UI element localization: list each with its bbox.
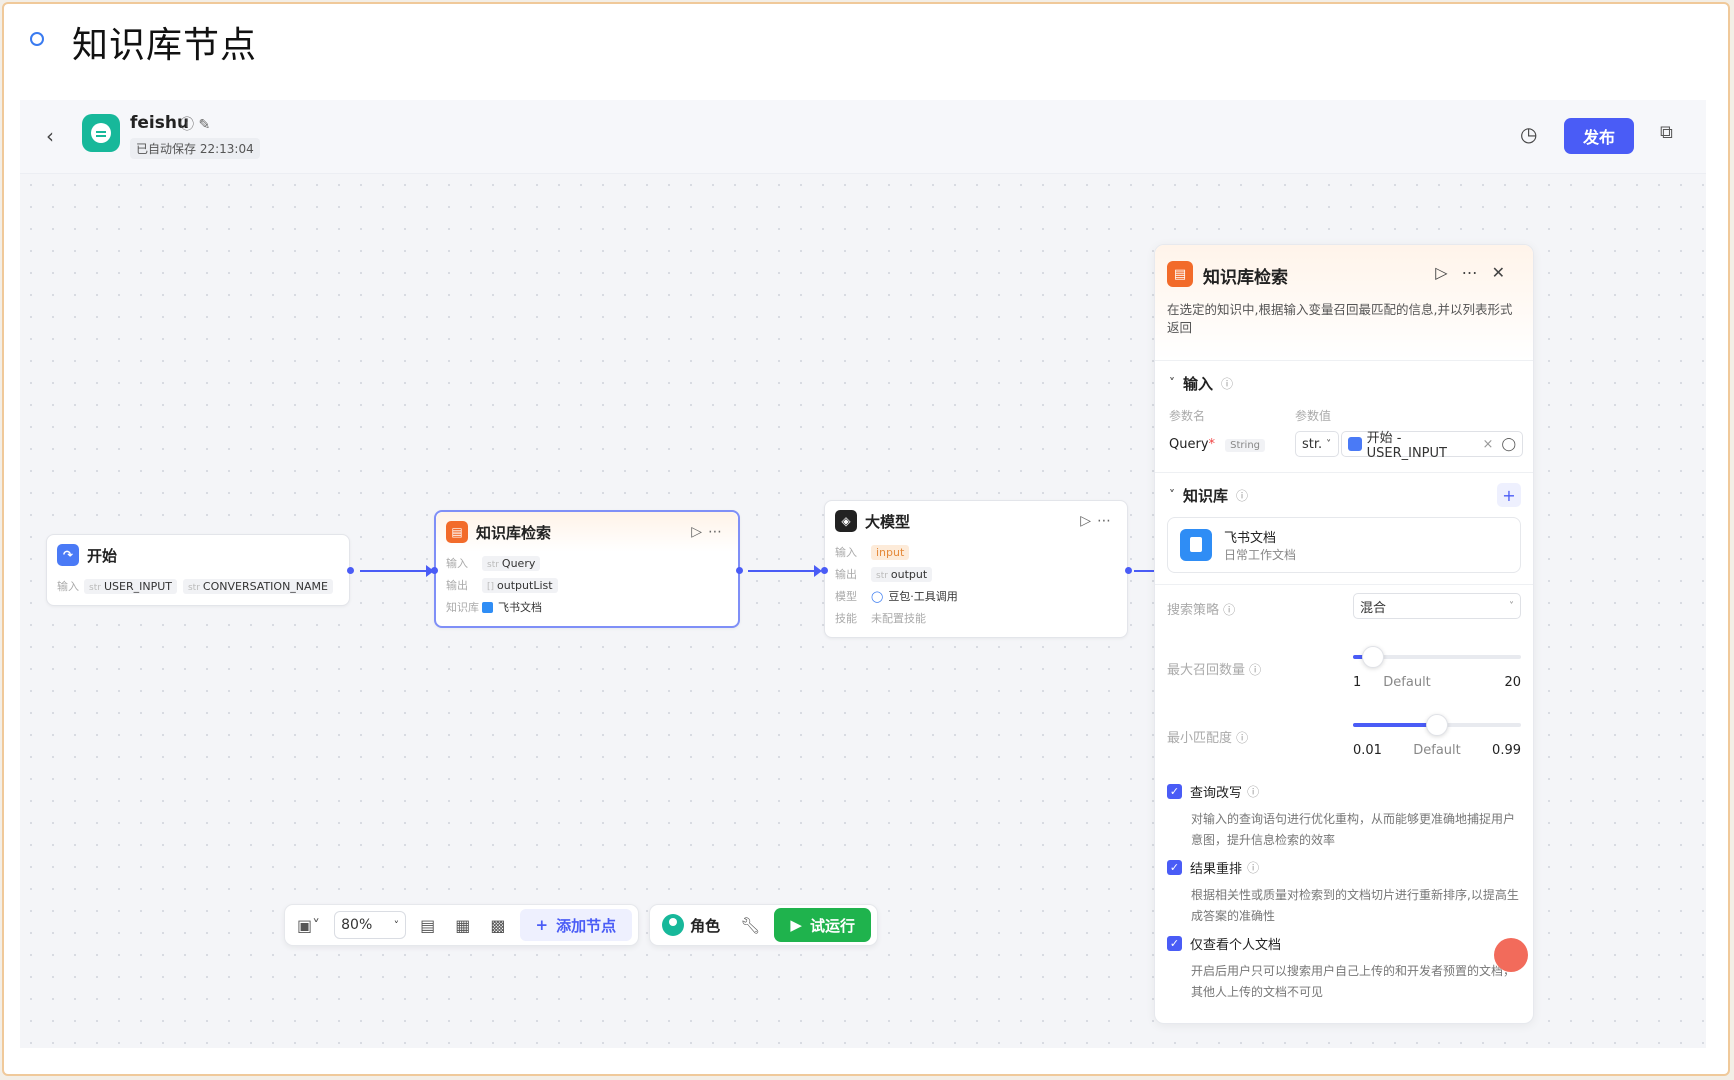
output-port[interactable] [347,567,354,574]
param-tag: str Query [482,555,541,571]
info-icon: ⓘ [1236,488,1249,503]
param-tag: str output [871,566,933,582]
workflow-canvas[interactable]: ↷ 开始 输入 str USER_INPUT str CONVERSATION_NA… [20,174,1706,1048]
param-tag: str CONVERSATION_NAME [182,578,333,594]
node-title: 大模型 [865,512,911,531]
doubao-icon: ◯ [871,589,884,603]
publish-button[interactable]: 发布 [1564,118,1634,154]
assistant-avatar-icon[interactable] [1494,938,1528,972]
canvas-toolbar: ▣˅ 80% ˅ ▤ ▦ ▩ + 添加节点 角色 🔧︎ ▶ 试运行 [284,904,878,946]
edit-icon[interactable]: ✎ [198,117,210,133]
input-section: ˅ 输入 ⓘ 参数名 参数值 Query* String str. ˅ 开始 - US… [1155,361,1533,473]
doc-icon [482,601,493,613]
minimap-icon[interactable]: ▩ [484,916,511,935]
wrench-icon[interactable]: 🔧︎ [734,916,766,935]
node-start[interactable]: ↷ 开始 输入 str USER_INPUT str CONVERSATION_NA… [46,534,350,606]
value-ref-field[interactable]: 开始 - USER_INPUT × ◯ [1341,431,1523,461]
info-icon: ⓘ [1223,603,1236,617]
input-port[interactable] [821,567,828,574]
zoom-select[interactable]: 80% ˅ [334,911,407,939]
knowledge-icon: ▤ [446,521,468,543]
option-query-rewrite: ✓ 查询改写 ⓘ 对输入的查询语句进行优化重构，从而能够更准确地捕捉用户意图，提升… [1167,781,1521,851]
output-port[interactable] [736,567,743,574]
workflow-app: ‹ feishu ⓘ ✎ 已自动保存 22:13:04 ◷ 发布 ⧉ ↷ 开始 … [20,100,1706,1048]
checkbox[interactable]: ✓ [1167,860,1182,875]
comment-icon[interactable]: ▤ [414,916,441,935]
min-match-slider[interactable] [1353,714,1521,736]
edge [360,565,434,577]
knowledge-card[interactable]: 飞书文档 日常工作文档 [1167,517,1521,573]
model-icon: ◈ [835,510,857,532]
layout-icon[interactable]: ▣˅ [291,916,326,935]
start-icon: ↷ [57,544,79,566]
info-icon: ⓘ [1247,861,1260,875]
row-label: 输入 [57,580,79,593]
info-icon: ⓘ [1221,376,1234,391]
autosave-status: 已自动保存 22:13:04 [130,138,260,159]
close-icon[interactable]: ✕ [1492,263,1519,282]
panel-description: 在选定的知识中,根据输入变量召回最匹配的信息,并以列表形式返回 [1167,302,1513,335]
knowledge-icon: ▤ [1167,261,1193,287]
value-type-select[interactable]: str. ˅ [1295,431,1339,457]
node-llm[interactable]: ◈ 大模型 ▷⋯ 输入 input 输出 str output 模型 ◯ 豆包·工… [824,500,1128,638]
plus-icon: + [535,916,549,934]
chevron-down-icon: ˅ [1169,376,1175,390]
grid-icon[interactable]: ▦ [449,916,476,935]
checkbox[interactable]: ✓ [1167,936,1182,951]
settings-section: 搜索策略 ⓘ 混合 ˅ 最大召回数量 ⓘ 1 Default 20 最小匹配度 ⓘ [1155,585,1533,1021]
history-icon[interactable]: ◷ [1520,122,1537,146]
more-icon[interactable]: ⋯ [1462,263,1492,282]
add-node-button[interactable]: + 添加节点 [519,909,633,941]
edge [1134,570,1154,572]
option-personal-docs: ✓ 仅查看个人文档 开启后用户只可以搜索用户自己上传的和开发者预置的文档，其他人上… [1167,933,1521,1003]
param-tag: [] outputList [482,577,558,593]
info-icon: ⓘ [1247,785,1260,799]
back-arrow-icon[interactable]: ‹ [46,124,54,148]
info-icon: ⓘ [1249,663,1262,677]
role-button[interactable]: 角色 [656,914,726,936]
doc-icon [1180,529,1212,561]
node-knowledge-search[interactable]: ▤ 知识库检索 ▷⋯ 输入 str Query 输出 [] outputList 知… [434,510,740,628]
more-icon[interactable]: ⋯ [1097,513,1117,529]
chevron-down-icon: ˅ [1509,600,1514,612]
page-title: 知识库节点 [72,25,258,66]
slider-thumb[interactable] [1362,646,1385,668]
role-avatar-icon [662,914,685,936]
input-port[interactable] [431,567,438,574]
node-title: 知识库检索 [476,523,552,542]
output-port[interactable] [1125,567,1132,574]
max-recall-slider[interactable] [1353,646,1521,668]
play-icon[interactable]: ▷ [1435,263,1461,282]
edge [748,565,822,577]
knowledge-section: ˅ 知识库 ⓘ + 飞书文档 日常工作文档 [1155,473,1533,585]
slide: 知识库节点 ‹ feishu ⓘ ✎ 已自动保存 22:13:04 ◷ 发布 ⧉… [2,2,1730,1076]
param-tag: str USER_INPUT [84,578,177,594]
node-config-panel: ▤ 知识库检索 ▷⋯✕ 在选定的知识中,根据输入变量召回最匹配的信息,并以列表形… [1154,244,1534,1024]
add-knowledge-button[interactable]: + [1497,483,1521,507]
panel-title: 知识库检索 [1203,268,1288,288]
chevron-down-icon: ˅ [1169,488,1175,502]
param-tag: input [871,544,910,560]
info-icon[interactable]: ⓘ [180,117,194,133]
search-strategy-select[interactable]: 混合 ˅ [1353,593,1521,619]
option-rerank: ✓ 结果重排 ⓘ 根据相关性或质量对检索到的文档切片进行重新排序,以提高生成答案的… [1167,857,1521,927]
variable-icon[interactable]: ◯ [1501,437,1516,452]
play-icon[interactable]: ▷ [691,524,708,540]
copy-icon[interactable]: ⧉ [1660,122,1673,143]
clear-icon[interactable]: × [1483,437,1494,452]
app-logo-icon [82,114,120,152]
run-button[interactable]: ▶ 试运行 [774,908,871,942]
bullet-icon [30,32,44,46]
app-header: ‹ feishu ⓘ ✎ 已自动保存 22:13:04 ◷ 发布 ⧉ [20,100,1706,174]
more-icon[interactable]: ⋯ [708,524,728,540]
play-icon: ▶ [790,916,802,934]
node-title: 开始 [87,546,118,565]
play-icon[interactable]: ▷ [1080,513,1097,529]
start-icon [1348,437,1362,451]
checkbox[interactable]: ✓ [1167,784,1182,799]
info-icon: ⓘ [1236,731,1249,745]
param-name: Query* String [1169,437,1271,452]
slider-thumb[interactable] [1426,714,1448,736]
